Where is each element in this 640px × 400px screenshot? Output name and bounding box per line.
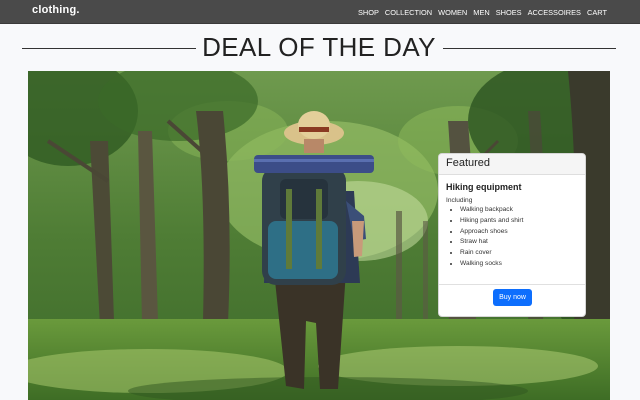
brand-logo[interactable]: clothing. — [32, 4, 80, 16]
card-title: Hiking equipment — [446, 182, 522, 192]
nav-item-cart[interactable]: CART — [587, 8, 607, 17]
card-body: Hiking equipment Including Walking backp… — [439, 175, 585, 270]
nav-item-shop[interactable]: SHOP — [358, 8, 379, 17]
card-intro: Including — [446, 197, 473, 204]
buy-now-button[interactable]: Buy now — [493, 289, 532, 306]
list-item: Straw hat — [460, 237, 578, 248]
list-item: Walking backpack — [460, 205, 578, 216]
list-item: Rain cover — [460, 248, 578, 259]
equipment-list: Walking backpack Hiking pants and shirt … — [446, 205, 578, 270]
page-title: DEAL OF THE DAY — [202, 32, 436, 62]
nav-item-men[interactable]: MEN — [473, 8, 489, 17]
brand-text: clothing. — [32, 4, 80, 16]
card-footer: Buy now — [439, 284, 585, 316]
list-item: Hiking pants and shirt — [460, 216, 578, 227]
heading-divider-left — [22, 48, 196, 49]
main-nav: SHOP COLLECTION WOMEN MEN SHOES ACCESSOI… — [352, 0, 607, 24]
list-item: Approach shoes — [460, 227, 578, 238]
top-navbar: clothing. SHOP COLLECTION WOMEN MEN SHOE… — [0, 0, 640, 24]
heading-divider-right — [443, 48, 616, 49]
nav-item-women[interactable]: WOMEN — [438, 8, 467, 17]
nav-item-shoes[interactable]: SHOES — [496, 8, 522, 17]
nav-item-accessoires[interactable]: ACCESSOIRES — [528, 8, 581, 17]
list-item: Walking socks — [460, 259, 578, 270]
card-header: Featured — [439, 154, 585, 175]
featured-card: Featured Hiking equipment Including Walk… — [438, 153, 586, 317]
nav-item-collection[interactable]: COLLECTION — [385, 8, 432, 17]
section-heading: DEAL OF THE DAY — [22, 30, 616, 66]
